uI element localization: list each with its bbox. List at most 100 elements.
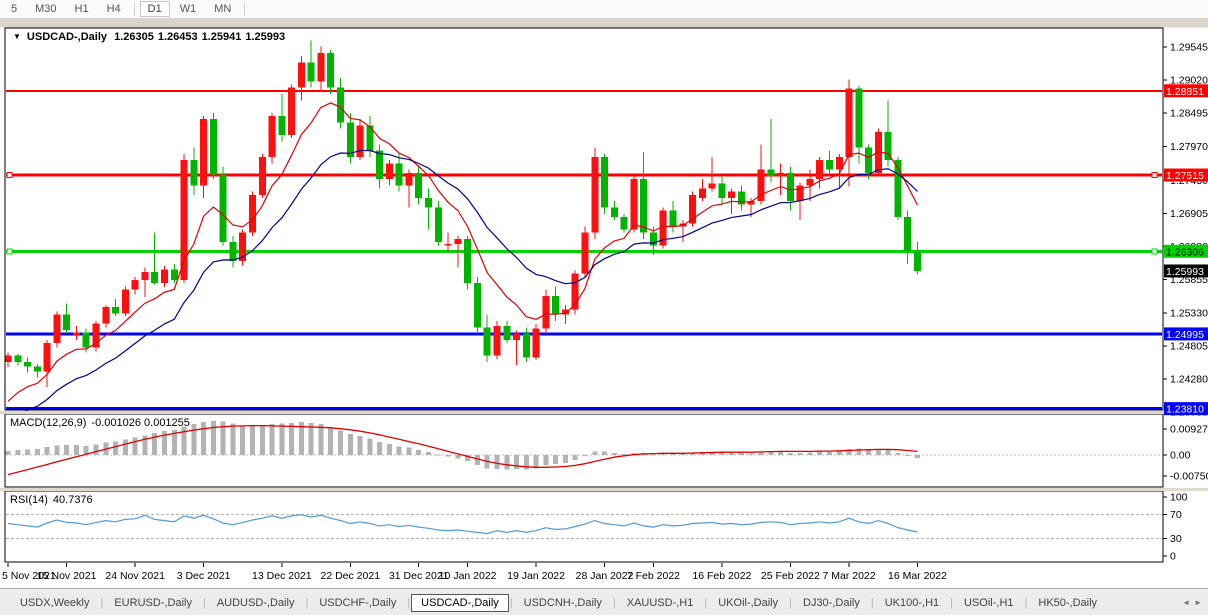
main-panel bbox=[5, 28, 1163, 410]
macd-bar bbox=[562, 455, 568, 463]
macd-bar bbox=[807, 452, 813, 455]
candle-body bbox=[913, 251, 921, 271]
ohlc-open: 1.26305 bbox=[114, 31, 154, 43]
timeframe-button-M30[interactable]: M30 bbox=[27, 1, 64, 17]
main-plot-bg[interactable] bbox=[5, 28, 1163, 410]
rsi-bg[interactable] bbox=[5, 491, 1163, 562]
macd-bar bbox=[875, 449, 881, 455]
candle-body bbox=[620, 216, 628, 230]
macd-bar bbox=[210, 420, 216, 455]
timeframe-button-H4[interactable]: H4 bbox=[99, 1, 129, 17]
dropdown-arrow-icon[interactable]: ▼ bbox=[13, 32, 21, 41]
price-axis[interactable]: 1.295451.290201.284951.279701.274301.269… bbox=[1163, 42, 1208, 419]
date-tick-label: 22 Dec 2021 bbox=[321, 570, 381, 582]
chart-canvas[interactable]: 1.295451.290201.284951.279701.274301.269… bbox=[0, 18, 1208, 588]
macd-bar bbox=[758, 452, 764, 455]
tab-audusd-daily[interactable]: AUDUSD-,Daily bbox=[207, 595, 305, 611]
tab-eurusd-daily[interactable]: EURUSD-,Daily bbox=[104, 595, 202, 611]
candle-body bbox=[415, 172, 423, 199]
macd-bar bbox=[181, 426, 187, 455]
candle-body bbox=[464, 239, 472, 284]
macd-bar bbox=[611, 452, 617, 455]
price-tick-label: 1.26905 bbox=[1170, 208, 1208, 220]
level-badge-label: 1.27515 bbox=[1166, 170, 1204, 182]
macd-bar bbox=[680, 453, 686, 455]
tab-scroll-right-icon[interactable]: ► bbox=[1194, 598, 1202, 607]
macd-bar bbox=[25, 449, 31, 455]
window-gap bbox=[0, 18, 1208, 28]
panel-divider[interactable] bbox=[0, 488, 1208, 491]
tab-usdchf-daily[interactable]: USDCHF-,Daily bbox=[309, 595, 406, 611]
candle-body bbox=[610, 207, 618, 217]
tab-usdcnh-daily[interactable]: USDCNH-,Daily bbox=[514, 595, 612, 611]
candle-body bbox=[346, 122, 354, 158]
macd-bar bbox=[230, 423, 236, 455]
macd-bar bbox=[367, 438, 373, 455]
level-badge-label: 1.23810 bbox=[1166, 404, 1204, 416]
tab-dj30-daily[interactable]: DJ30-,Daily bbox=[793, 595, 870, 611]
tab-usoil-h1[interactable]: USOil-,H1 bbox=[954, 595, 1024, 611]
macd-bar bbox=[895, 452, 901, 455]
candle-body bbox=[786, 172, 794, 202]
candle-body bbox=[806, 179, 814, 186]
candle-body bbox=[337, 87, 345, 123]
tab-scroll-left-icon[interactable]: ◄ bbox=[1182, 598, 1190, 607]
macd-bar bbox=[748, 453, 754, 455]
candle-body bbox=[385, 163, 393, 180]
level-marker[interactable] bbox=[6, 248, 13, 255]
macd-bar bbox=[543, 455, 549, 466]
tab-hk50-daily[interactable]: HK50-,Daily bbox=[1028, 595, 1107, 611]
tab-separator: | bbox=[407, 596, 411, 609]
timeframe-button-D1[interactable]: D1 bbox=[139, 1, 170, 17]
tab-usdx-weekly[interactable]: USDX,Weekly bbox=[10, 595, 99, 611]
macd-bar bbox=[132, 437, 138, 455]
candle-body bbox=[855, 88, 863, 148]
rsi-tick-label: 100 bbox=[1170, 492, 1188, 504]
level-marker[interactable] bbox=[6, 172, 13, 179]
candle-body bbox=[72, 332, 80, 335]
timeframe-toolbar: 5 M30 H1 H4 D1 W1 MN bbox=[0, 0, 1208, 19]
timeframe-button-W1[interactable]: W1 bbox=[172, 1, 205, 17]
tab-usdcad-daily[interactable]: USDCAD-,Daily bbox=[411, 593, 509, 612]
macd-bar bbox=[494, 455, 500, 470]
candle-body bbox=[718, 183, 726, 199]
candle-body bbox=[425, 198, 433, 208]
tab-xauusd-h1[interactable]: XAUUSD-,H1 bbox=[617, 595, 704, 611]
tab-uk100-h1[interactable]: UK100-,H1 bbox=[875, 595, 949, 611]
timeframe-button-H1[interactable]: H1 bbox=[67, 1, 97, 17]
level-marker[interactable] bbox=[1151, 172, 1158, 179]
candle-body bbox=[121, 289, 129, 314]
macd-tick-label: 0.009278 bbox=[1170, 424, 1208, 436]
candle-body bbox=[454, 239, 462, 245]
date-tick-label: 7 Mar 2022 bbox=[822, 570, 875, 582]
price-tick-label: 1.25330 bbox=[1170, 307, 1208, 319]
rsi-panel: 100 70 30 0 bbox=[4, 490, 1188, 563]
candle-body bbox=[24, 361, 32, 367]
candle-body bbox=[258, 157, 266, 195]
level-marker[interactable] bbox=[1151, 248, 1158, 255]
macd-bar bbox=[426, 452, 432, 455]
candle-body bbox=[444, 244, 452, 246]
candle-body bbox=[503, 326, 511, 340]
candle-body bbox=[248, 194, 256, 233]
tab-ukoil-daily[interactable]: UKOil-,Daily bbox=[708, 595, 788, 611]
date-axis[interactable]: 5 Nov 202115 Nov 2021 24 Nov 2021 3 Dec 20… bbox=[2, 563, 947, 582]
rsi-tick-label: 30 bbox=[1170, 533, 1182, 545]
macd-bar bbox=[249, 426, 255, 455]
candle-body bbox=[219, 174, 227, 243]
timeframe-button-MN[interactable]: MN bbox=[206, 1, 239, 17]
macd-bar bbox=[514, 455, 520, 470]
candle-body bbox=[825, 160, 833, 170]
panel-divider[interactable] bbox=[0, 411, 1208, 414]
macd-bar bbox=[64, 444, 70, 455]
date-tick-label: 13 Dec 2021 bbox=[252, 570, 312, 582]
macd-bar bbox=[328, 426, 334, 455]
candle-body bbox=[767, 169, 775, 176]
macd-bar bbox=[122, 439, 128, 455]
candle-body bbox=[434, 207, 442, 243]
macd-tick-label: -0.007504 bbox=[1170, 471, 1208, 483]
macd-bar bbox=[729, 452, 735, 455]
macd-bar bbox=[338, 430, 344, 455]
timeframe-button-5[interactable]: 5 bbox=[3, 1, 25, 17]
level-badge-label: 1.24995 bbox=[1166, 329, 1204, 341]
